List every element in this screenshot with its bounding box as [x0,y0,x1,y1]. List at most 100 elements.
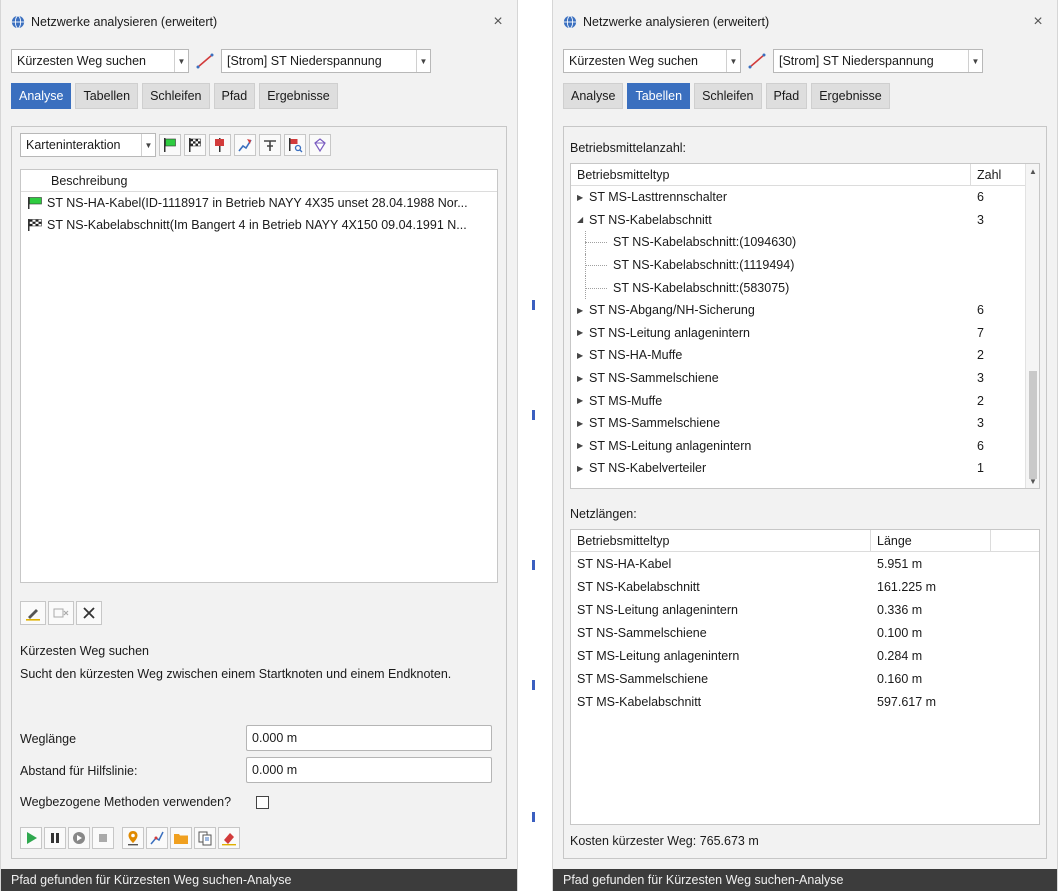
close-icon[interactable]: × [1029,13,1047,31]
title-bar[interactable]: Netzwerke analysieren (erweitert) × [553,0,1057,44]
tab-tabellen[interactable]: Tabellen [75,83,139,109]
list-item[interactable]: ST NS-HA-Kabel(ID-1118917 in Betrieb NAY… [21,192,497,214]
expand-arrow-icon[interactable]: ▶ [577,464,589,473]
expand-arrow-icon[interactable]: ▶ [577,193,589,202]
close-icon[interactable]: × [489,13,507,31]
pipe-tool-button[interactable] [259,134,281,156]
analysis-mode-select[interactable]: Kürzesten Weg suchen ▼ [563,49,741,73]
table-row[interactable]: ST NS-HA-Kabel 5.951 m [571,552,1039,575]
path-length-field[interactable]: 0.000 m [246,725,492,751]
locate-button[interactable] [122,827,144,849]
table-row[interactable]: ST NS-Leitung anlagenintern 0.336 m [571,598,1039,621]
path-methods-checkbox[interactable] [256,796,269,809]
edit-entry-button[interactable] [20,601,46,625]
step-button[interactable] [68,827,90,849]
expand-arrow-icon[interactable]: ▶ [577,396,589,405]
table-row[interactable]: ▶ ST NS-Kabelverteiler 1 [571,457,1039,480]
pause-button[interactable] [44,827,66,849]
tree-child-row[interactable]: ST NS-Kabelabschnitt:(1119494) [571,253,1039,277]
network-length-table: Betriebsmitteltyp Länge ST NS-HA-Kabel 5.… [570,529,1040,825]
column-header-type[interactable]: Betriebsmitteltyp [571,530,871,551]
table-row[interactable]: ST NS-Sammelschiene 0.100 m [571,621,1039,644]
show-path-button[interactable] [146,827,168,849]
vertical-scrollbar[interactable]: ▲ ▼ [1025,164,1039,488]
tab-ergebnisse[interactable]: Ergebnisse [259,83,338,109]
tab-analyse[interactable]: Analyse [563,83,624,109]
table-row[interactable]: ▶ ST MS-Leitung anlagenintern 6 [571,435,1039,458]
table-row[interactable]: ◢ ST NS-Kabelabschnitt 3 [571,209,1039,232]
tab-pfad[interactable]: Pfad [213,83,256,109]
scroll-up-icon[interactable]: ▲ [1026,164,1039,178]
tab-schleifen[interactable]: Schleifen [142,83,210,109]
list-header: Beschreibung [21,170,497,192]
cell-type: ST NS-Kabelabschnitt:(1119494) [571,258,971,272]
table-row[interactable]: ▶ ST MS-Lasttrennschalter 6 [571,186,1039,209]
table-row[interactable]: ST MS-Sammelschiene 0.160 m [571,667,1039,690]
expand-arrow-icon[interactable]: ▶ [577,328,589,337]
tab-analyse[interactable]: Analyse [11,83,72,109]
expand-arrow-icon[interactable]: ▶ [577,441,589,450]
tree-guide-line [585,287,607,289]
table-row[interactable]: ▶ ST NS-Abgang/NH-Sicherung 6 [571,299,1039,322]
cell-type: ▶ ST NS-Sammelschiene [571,371,971,385]
table-header: Betriebsmitteltyp Länge [571,530,1039,552]
tab-tabellen[interactable]: Tabellen [627,83,691,109]
open-folder-button[interactable] [170,827,192,849]
table-row[interactable]: ▶ ST MS-Sammelschiene 3 [571,412,1039,435]
cell-type: ▶ ST NS-Leitung anlagenintern [571,326,971,340]
expand-arrow-icon[interactable]: ▶ [577,419,589,428]
trace-path-button[interactable] [234,134,256,156]
list-item[interactable]: ST NS-Kabelabschnitt(Im Bangert 4 in Bet… [21,214,497,236]
column-header-length[interactable]: Länge [871,530,991,551]
table-row[interactable]: ▶ ST MS-Muffe 2 [571,389,1039,412]
cell-type: ▶ ST NS-Kabelverteiler [571,461,971,475]
tree-guide-line [585,265,607,267]
tab-ergebnisse[interactable]: Ergebnisse [811,83,890,109]
set-start-flag-button[interactable] [159,134,181,156]
remove-entry-button[interactable] [48,601,74,625]
collapse-arrow-icon[interactable]: ◢ [577,215,589,224]
title-bar[interactable]: Netzwerke analysieren (erweitert) × [1,0,517,44]
stop-button[interactable] [92,827,114,849]
cell-length: 5.951 m [877,556,923,571]
clear-flags-button[interactable] [309,134,331,156]
cell-type: ST NS-Sammelschiene [577,625,707,640]
cell-type-text: ST NS-Kabelabschnitt:(1094630) [613,235,797,250]
map-line-segment [532,300,535,310]
expand-arrow-icon[interactable]: ▶ [577,306,589,315]
clear-result-button[interactable] [218,827,240,849]
table-body: ST NS-HA-Kabel 5.951 m ST NS-Kabelabschnit… [571,552,1039,713]
network-select[interactable]: [Strom] ST Niederspannung ▼ [221,49,431,73]
expand-arrow-icon[interactable]: ▶ [577,374,589,383]
analysis-mode-select[interactable]: Kürzesten Weg suchen ▼ [11,49,189,73]
set-end-flag-button[interactable] [184,134,206,156]
pause-icon [51,833,59,843]
network-select[interactable]: [Strom] ST Niederspannung ▼ [773,49,983,73]
table-row[interactable]: ST MS-Leitung anlagenintern 0.284 m [571,644,1039,667]
tab-pfad[interactable]: Pfad [765,83,808,109]
expand-arrow-icon[interactable]: ▶ [577,351,589,360]
table-row[interactable]: ▶ ST NS-Leitung anlagenintern 7 [571,322,1039,345]
set-barrier-button[interactable] [209,134,231,156]
run-button[interactable] [20,827,42,849]
column-header-type[interactable]: Betriebsmitteltyp [571,164,971,185]
helper-line-distance-field[interactable]: 0.000 m [246,757,492,783]
tool-name: Kürzesten Weg suchen [20,644,150,658]
cell-type-text: ST NS-HA-Muffe [589,348,683,363]
table-row[interactable]: ▶ ST NS-HA-Muffe 2 [571,344,1039,367]
scroll-down-icon[interactable]: ▼ [1026,474,1039,488]
chevron-down-icon: ▼ [968,50,982,72]
tab-schleifen[interactable]: Schleifen [694,83,762,109]
shortest-path-cost: Kosten kürzester Weg: 765.673 m [570,834,759,848]
table-row[interactable]: ST MS-Kabelabschnitt 597.617 m [571,690,1039,713]
tree-child-row[interactable]: ST NS-Kabelabschnitt:(583075) [571,276,1039,299]
clear-all-button[interactable] [76,601,102,625]
map-interaction-select[interactable]: Karteninteraktion ▼ [20,133,156,157]
chevron-down-icon: ▼ [141,134,155,156]
flag-search-button[interactable] [284,134,306,156]
table-row[interactable]: ▶ ST NS-Sammelschiene 3 [571,367,1039,390]
table-row[interactable]: ST NS-Kabelabschnitt 161.225 m [571,575,1039,598]
scrollbar-thumb[interactable] [1029,371,1037,479]
tree-child-row[interactable]: ST NS-Kabelabschnitt:(1094630) [571,231,1039,254]
copy-button[interactable] [194,827,216,849]
